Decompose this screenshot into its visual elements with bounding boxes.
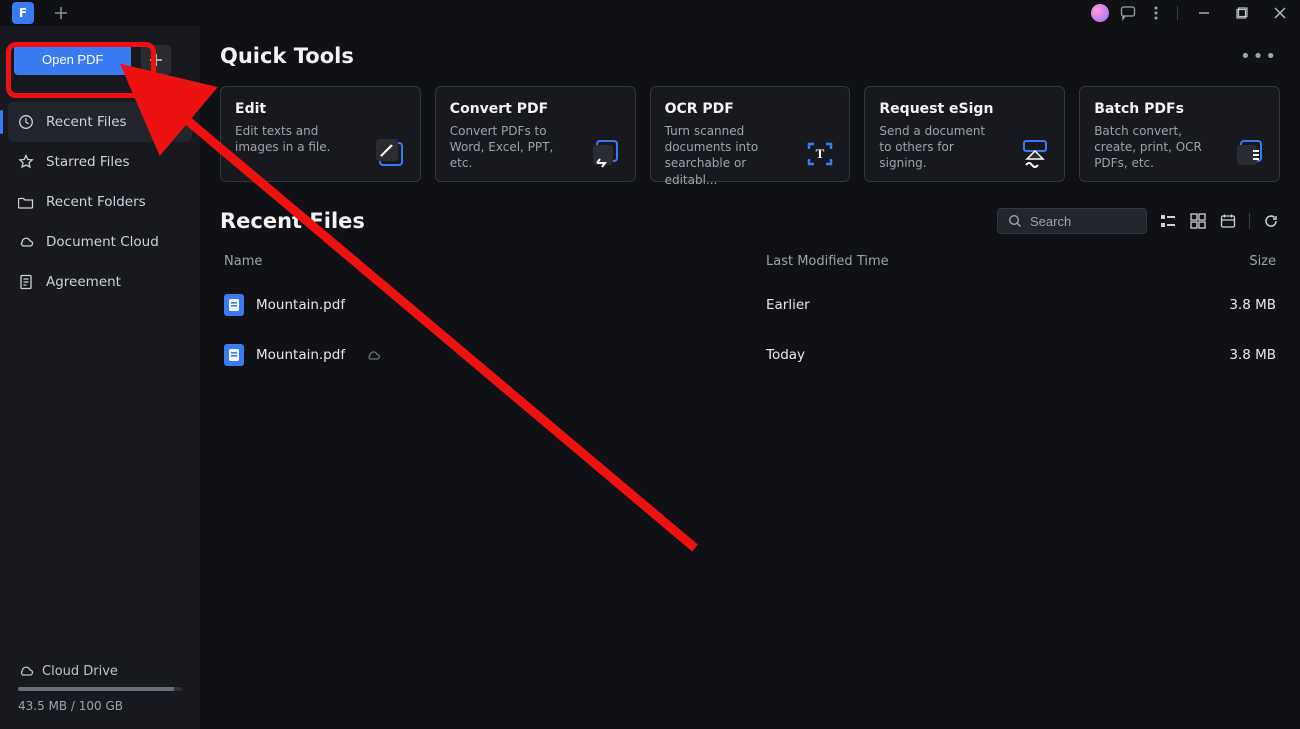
search-box[interactable] (997, 208, 1147, 234)
convert-icon (589, 137, 623, 171)
tool-desc: Edit texts and images in a file. (235, 123, 355, 155)
new-file-button[interactable] (141, 45, 171, 75)
titlebar: F (0, 0, 1300, 26)
file-row[interactable]: Mountain.pdf Today 3.8 MB (220, 330, 1280, 380)
tool-card-convert[interactable]: Convert PDF Convert PDFs to Word, Excel,… (435, 86, 636, 182)
file-size: 3.8 MB (1206, 347, 1276, 363)
sidebar-item-agreement[interactable]: Agreement (0, 262, 200, 302)
app-icon: F (12, 2, 34, 24)
new-tab-button[interactable] (48, 6, 74, 20)
sidebar-item-recent-folders[interactable]: Recent Folders (0, 182, 200, 222)
storage-text: 43.5 MB / 100 GB (18, 699, 182, 713)
clock-icon (18, 114, 34, 130)
sidebar-item-starred-files[interactable]: Starred Files (0, 142, 200, 182)
tool-card-esign[interactable]: Request eSign Send a document to others … (864, 86, 1065, 182)
column-header-time[interactable]: Last Modified Time (766, 254, 1206, 269)
star-icon (18, 154, 34, 170)
tool-card-ocr[interactable]: OCR PDF Turn scanned documents into sear… (650, 86, 851, 182)
ocr-icon: T (803, 137, 837, 171)
separator (1249, 213, 1250, 229)
cloud-badge-icon (365, 348, 381, 362)
file-name: Mountain.pdf (256, 297, 345, 313)
svg-text:T: T (816, 146, 825, 161)
column-header-name[interactable]: Name (224, 254, 766, 269)
avatar[interactable] (1091, 4, 1109, 22)
sidebar: Open PDF Recent Files Starred Files Rece… (0, 26, 200, 729)
divider (12, 93, 188, 94)
file-name: Mountain.pdf (256, 347, 345, 363)
separator (1177, 6, 1178, 20)
search-icon (1008, 214, 1022, 228)
document-icon (18, 274, 34, 290)
file-time: Today (766, 347, 1206, 363)
tool-title: OCR PDF (665, 101, 836, 117)
file-time: Earlier (766, 297, 1206, 313)
tool-desc: Convert PDFs to Word, Excel, PPT, etc. (450, 123, 570, 172)
sidebar-item-label: Document Cloud (46, 234, 159, 250)
folder-icon (18, 194, 34, 210)
cloud-icon (18, 234, 34, 250)
table-header: Name Last Modified Time Size (220, 244, 1280, 280)
quick-tools-more-button[interactable]: ••• (1238, 46, 1280, 67)
sidebar-item-label: Recent Files (46, 114, 127, 130)
view-calendar-icon[interactable] (1219, 212, 1237, 230)
pdf-file-icon (224, 294, 244, 316)
tool-card-edit[interactable]: Edit Edit texts and images in a file. (220, 86, 421, 182)
tool-card-batch[interactable]: Batch PDFs Batch convert, create, print,… (1079, 86, 1280, 182)
column-header-size[interactable]: Size (1206, 254, 1276, 269)
view-list-icon[interactable] (1159, 212, 1177, 230)
cloud-drive-row[interactable]: Cloud Drive (18, 663, 182, 679)
file-size: 3.8 MB (1206, 297, 1276, 313)
cloud-icon (18, 663, 34, 679)
feedback-icon[interactable] (1119, 4, 1137, 22)
kebab-menu-icon[interactable] (1147, 4, 1165, 22)
tool-desc: Turn scanned documents into searchable o… (665, 123, 785, 188)
recent-files-title: Recent Files (220, 209, 365, 233)
edit-icon (374, 137, 408, 171)
window-close-button[interactable] (1266, 4, 1294, 22)
tool-title: Edit (235, 101, 406, 117)
tool-desc: Send a document to others for signing. (879, 123, 999, 172)
sidebar-item-label: Starred Files (46, 154, 130, 170)
tool-title: Request eSign (879, 101, 1050, 117)
content: Quick Tools ••• Edit Edit texts and imag… (200, 26, 1300, 729)
storage-bar (18, 687, 182, 691)
sidebar-item-label: Recent Folders (46, 194, 146, 210)
esign-icon (1018, 137, 1052, 171)
tool-desc: Batch convert, create, print, OCR PDFs, … (1094, 123, 1214, 172)
open-pdf-button[interactable]: Open PDF (14, 44, 131, 75)
view-grid-icon[interactable] (1189, 212, 1207, 230)
batch-icon (1233, 137, 1267, 171)
file-row[interactable]: Mountain.pdf Earlier 3.8 MB (220, 280, 1280, 330)
pdf-file-icon (224, 344, 244, 366)
search-input[interactable] (1030, 214, 1136, 229)
cloud-drive-label: Cloud Drive (42, 664, 118, 679)
tool-title: Convert PDF (450, 101, 621, 117)
tool-title: Batch PDFs (1094, 101, 1265, 117)
window-maximize-button[interactable] (1228, 4, 1256, 22)
sidebar-item-label: Agreement (46, 274, 121, 290)
sidebar-item-document-cloud[interactable]: Document Cloud (0, 222, 200, 262)
quick-tools-title: Quick Tools (220, 44, 354, 68)
refresh-icon[interactable] (1262, 212, 1280, 230)
window-minimize-button[interactable] (1190, 4, 1218, 22)
sidebar-item-recent-files[interactable]: Recent Files (8, 102, 192, 142)
